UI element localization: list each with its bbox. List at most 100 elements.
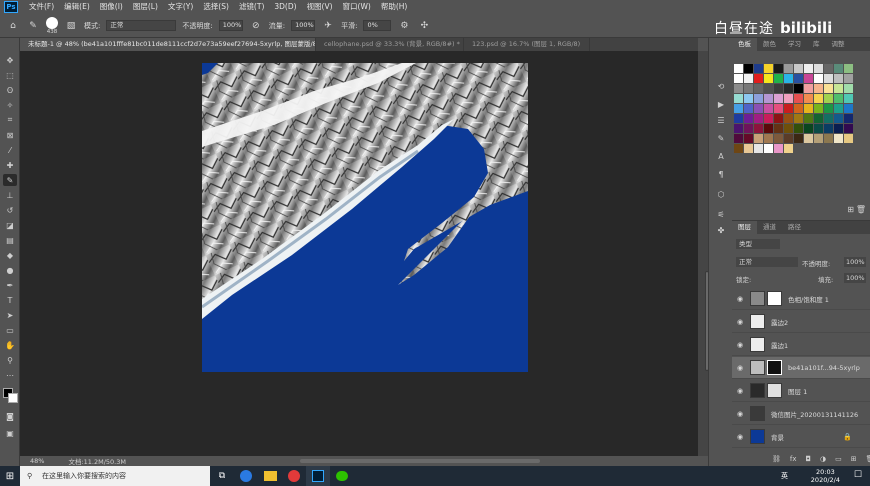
color-swatch[interactable]: [744, 84, 753, 93]
color-swatch[interactable]: [794, 124, 803, 133]
healing-brush-icon[interactable]: ✚: [3, 159, 17, 171]
quick-select-tool-icon[interactable]: ✧: [3, 99, 17, 111]
color-swatch[interactable]: [764, 134, 773, 143]
color-swatch[interactable]: [834, 134, 843, 143]
color-swatch[interactable]: [774, 144, 783, 153]
color-swatch[interactable]: [734, 114, 743, 123]
color-swatch[interactable]: [834, 64, 843, 73]
color-swatch[interactable]: [804, 64, 813, 73]
color-swatch[interactable]: [844, 114, 853, 123]
color-swatch[interactable]: [844, 104, 853, 113]
tab-learn[interactable]: 学习: [782, 38, 807, 51]
color-swatch[interactable]: [744, 94, 753, 103]
color-swatch[interactable]: [844, 84, 853, 93]
visibility-eye-icon[interactable]: ◉: [734, 295, 746, 303]
brush-tool-icon[interactable]: ✎: [3, 174, 17, 186]
gradient-tool-icon[interactable]: ▤: [3, 234, 17, 246]
app-browser-icon[interactable]: [234, 466, 258, 486]
system-clock[interactable]: 20:03 2020/2/4: [811, 468, 840, 484]
brush-settings-panel-icon[interactable]: ✎: [714, 132, 728, 144]
3d-icon[interactable]: ⬡: [714, 188, 728, 200]
color-swatch[interactable]: [844, 94, 853, 103]
color-swatch[interactable]: [734, 134, 743, 143]
color-swatch[interactable]: [754, 124, 763, 133]
color-swatch[interactable]: [834, 124, 843, 133]
history-brush-icon[interactable]: ↺: [3, 204, 17, 216]
delete-swatch-icon[interactable]: 🗑: [856, 205, 866, 214]
more-tools-icon[interactable]: ⋯: [3, 369, 17, 381]
eraser-tool-icon[interactable]: ◪: [3, 219, 17, 231]
color-swatch[interactable]: [824, 114, 833, 123]
color-swatch[interactable]: [734, 64, 743, 73]
color-swatch[interactable]: [814, 124, 823, 133]
color-swatch[interactable]: [814, 64, 823, 73]
color-swatch[interactable]: [824, 124, 833, 133]
move-tool-icon[interactable]: ✥: [3, 54, 17, 66]
color-swatch[interactable]: [824, 104, 833, 113]
type-tool-icon[interactable]: T: [3, 294, 17, 306]
visibility-eye-icon[interactable]: ◉: [734, 364, 746, 372]
color-swatch[interactable]: [754, 114, 763, 123]
brush-preset-picker[interactable]: 438: [46, 16, 58, 35]
color-swatch[interactable]: [734, 94, 743, 103]
color-swatch[interactable]: [794, 104, 803, 113]
color-swatch[interactable]: [754, 134, 763, 143]
new-adjustment-icon[interactable]: ◑: [820, 455, 826, 463]
vertical-scrollbar[interactable]: [698, 51, 709, 456]
hand-tool-icon[interactable]: ✋: [3, 339, 17, 351]
color-swatch[interactable]: [794, 84, 803, 93]
file-explorer-icon[interactable]: [258, 466, 282, 486]
screen-mode-icon[interactable]: ▣: [3, 427, 17, 439]
marquee-tool-icon[interactable]: ⬚: [3, 69, 17, 81]
layer-row[interactable]: ◉ 色相/饱和度 1: [732, 288, 870, 310]
color-swatch[interactable]: [784, 144, 793, 153]
visibility-eye-icon[interactable]: ◉: [734, 433, 746, 441]
color-swatch[interactable]: [804, 114, 813, 123]
pen-tool-icon[interactable]: ✒: [3, 279, 17, 291]
pressure-opacity-icon[interactable]: ⊘: [249, 19, 263, 33]
color-swatch[interactable]: [844, 124, 853, 133]
path-select-icon[interactable]: ➤: [3, 309, 17, 321]
color-swatch[interactable]: [774, 104, 783, 113]
color-swatch[interactable]: [744, 104, 753, 113]
clone-stamp-icon[interactable]: ⊥: [3, 189, 17, 201]
character-icon[interactable]: A: [714, 150, 728, 162]
zoom-level[interactable]: 48%: [30, 457, 44, 465]
color-swatch[interactable]: [844, 134, 853, 143]
color-swatch[interactable]: [754, 74, 763, 83]
color-swatch[interactable]: [784, 84, 793, 93]
color-swatch[interactable]: [844, 74, 853, 83]
menu-filter[interactable]: 滤镜(T): [234, 0, 269, 14]
menu-layer[interactable]: 图层(L): [128, 0, 163, 14]
new-swatch-icon[interactable]: ⊞: [847, 205, 854, 214]
color-swatch[interactable]: [814, 134, 823, 143]
menu-edit[interactable]: 编辑(E): [59, 0, 95, 14]
color-swatch[interactable]: [784, 104, 793, 113]
color-swatch[interactable]: [784, 94, 793, 103]
color-swatch[interactable]: [804, 74, 813, 83]
blur-tool-icon[interactable]: ◆: [3, 249, 17, 261]
opacity-field[interactable]: 100%: [218, 20, 243, 31]
color-swatch[interactable]: [764, 144, 773, 153]
menu-file[interactable]: 文件(F): [24, 0, 59, 14]
quick-mask-icon[interactable]: ◙: [3, 410, 17, 422]
crop-tool-icon[interactable]: ⌗: [3, 114, 17, 126]
glyphs-icon[interactable]: ✤: [714, 224, 728, 236]
tab-color[interactable]: 颜色: [757, 38, 782, 51]
fill-field[interactable]: 100%: [844, 273, 866, 283]
color-swatch[interactable]: [804, 94, 813, 103]
color-swatch[interactable]: [764, 104, 773, 113]
flow-field[interactable]: 100%: [291, 20, 316, 31]
color-swatch[interactable]: [744, 114, 753, 123]
color-swatch[interactable]: [764, 64, 773, 73]
color-swatch[interactable]: [764, 74, 773, 83]
color-swatch[interactable]: [774, 114, 783, 123]
notification-icon[interactable]: ☐: [854, 470, 862, 480]
color-swatch[interactable]: [734, 124, 743, 133]
tab-swatches[interactable]: 色板: [732, 38, 757, 51]
layer-filter-kind[interactable]: 类型: [736, 239, 780, 249]
color-swatch[interactable]: [744, 144, 753, 153]
visibility-eye-icon[interactable]: ◉: [734, 387, 746, 395]
color-swatch[interactable]: [764, 84, 773, 93]
color-swatch[interactable]: [804, 134, 813, 143]
